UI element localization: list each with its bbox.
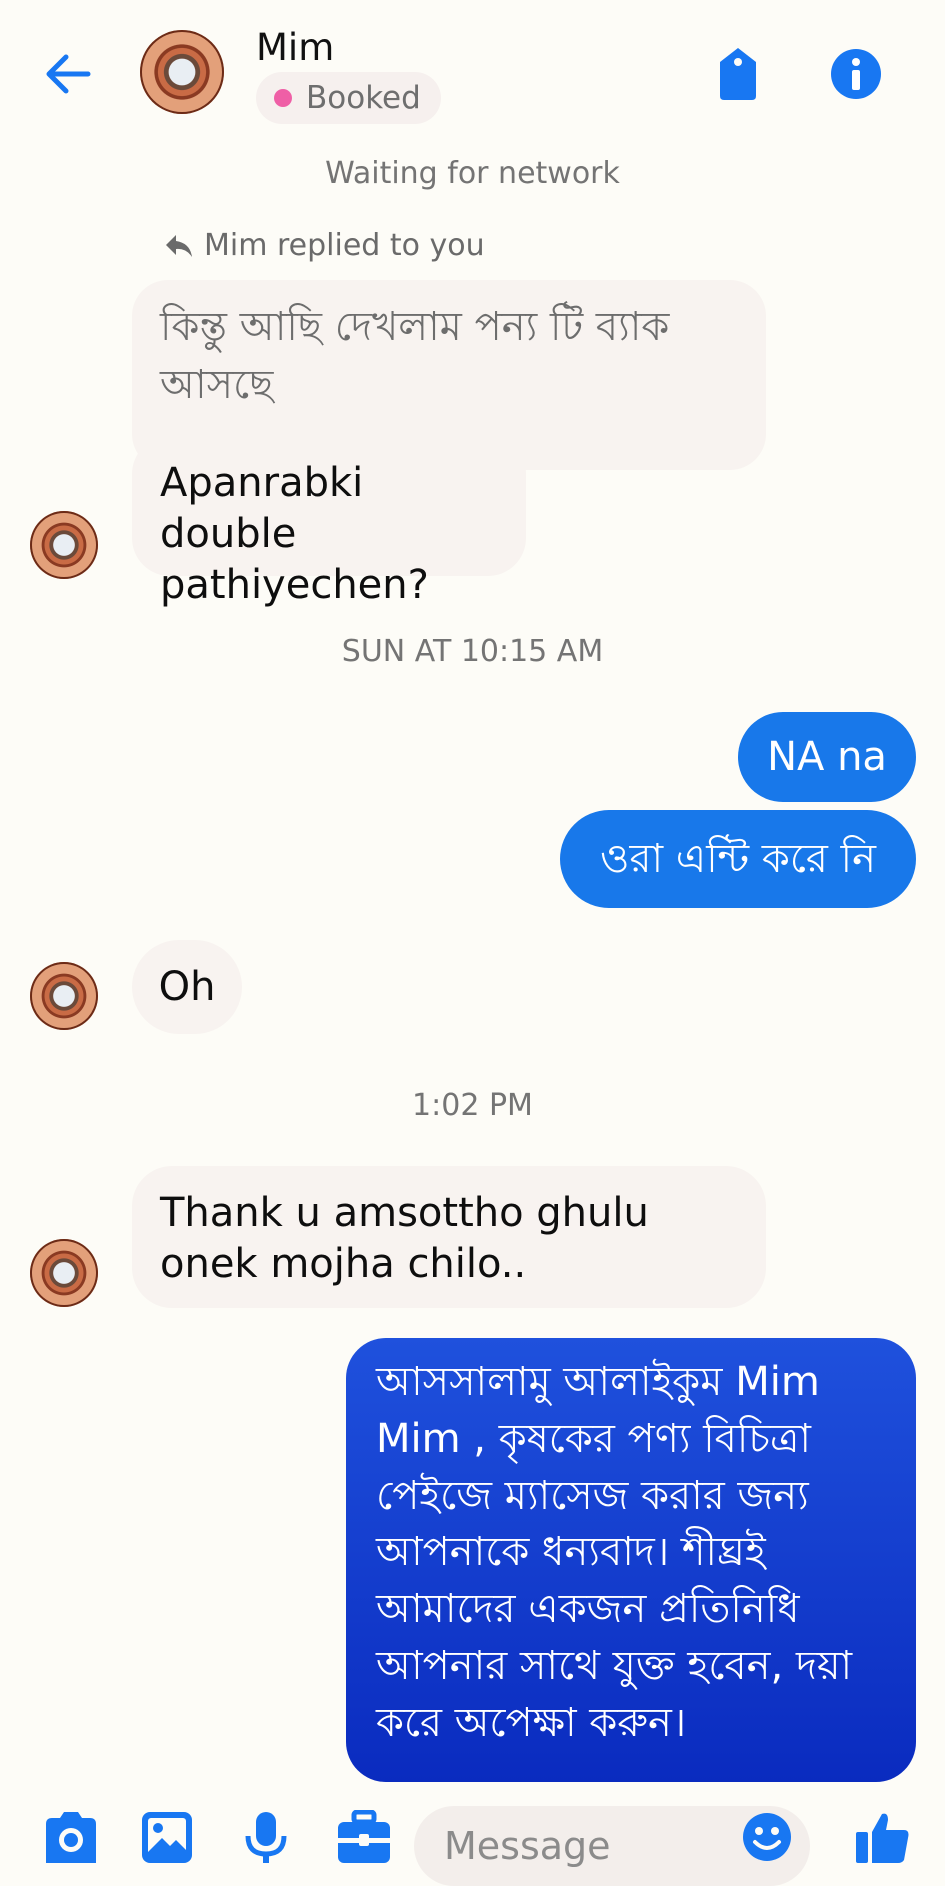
like-icon (856, 1813, 909, 1863)
timestamp-divider: 1:02 PM (412, 1088, 533, 1123)
info-icon (831, 49, 881, 99)
reply-arrow-icon (166, 234, 192, 257)
message-bubble-incoming[interactable]: Thank u amsottho ghulu onek mojha chilo.… (132, 1166, 766, 1308)
quoted-message-text: কিন্তু আছি দেখলাম পন্য টি ব্যাক আসছে (160, 304, 670, 408)
reply-note-text: Mim replied to you (204, 228, 485, 263)
gallery-icon (142, 1812, 192, 1863)
gallery-button[interactable] (140, 1810, 194, 1867)
reply-note: Mim replied to you (164, 228, 485, 263)
info-button[interactable] (828, 46, 884, 102)
contact-avatar-small[interactable] (30, 1239, 98, 1307)
message-bubble-outgoing[interactable]: NA na (738, 712, 916, 802)
network-status: Waiting for network (325, 156, 620, 191)
message-text: Apanrabki double pathiyechen? (160, 460, 429, 609)
microphone-icon (245, 1812, 287, 1863)
camera-button[interactable] (42, 1810, 100, 1867)
status-label: Booked (306, 80, 421, 116)
status-badge[interactable]: Booked (256, 72, 441, 124)
contact-avatar-small[interactable] (30, 962, 98, 1030)
status-dot (274, 89, 292, 107)
message-text: ওরা এন্টি করে নি (600, 836, 876, 882)
message-text: আসসালামু আলাইকুম Mim Mim , কৃষকের পণ্য ব… (376, 1359, 853, 1746)
contact-avatar-small[interactable] (30, 511, 98, 579)
message-bubble-incoming[interactable]: Oh (132, 940, 242, 1034)
briefcase-icon (338, 1809, 390, 1863)
microphone-button[interactable] (244, 1810, 288, 1867)
business-tools-button[interactable] (336, 1809, 392, 1867)
back-button[interactable] (40, 46, 96, 102)
message-text: NA na (767, 734, 887, 780)
message-bubble-outgoing[interactable]: আসসালামু আলাইকুম Mim Mim , কৃষকের পণ্য ব… (346, 1338, 916, 1782)
message-bubble-outgoing[interactable]: ওরা এন্টি করে নি (560, 810, 916, 908)
emoji-button[interactable] (742, 1810, 792, 1867)
contact-name[interactable]: Mim (256, 26, 334, 69)
timestamp-divider: SUN AT 10:15 AM (341, 634, 604, 669)
back-arrow-icon (46, 54, 91, 94)
like-button[interactable] (854, 1810, 910, 1867)
message-bubble-incoming[interactable]: Apanrabki double pathiyechen? (132, 436, 526, 608)
camera-icon (46, 1812, 96, 1863)
message-text: Thank u amsottho ghulu onek mojha chilo.… (160, 1190, 649, 1288)
label-tag-button[interactable] (716, 46, 760, 102)
tag-icon (720, 48, 756, 100)
contact-avatar[interactable] (140, 30, 224, 114)
emoji-icon (743, 1813, 791, 1861)
message-text: Oh (158, 964, 216, 1010)
